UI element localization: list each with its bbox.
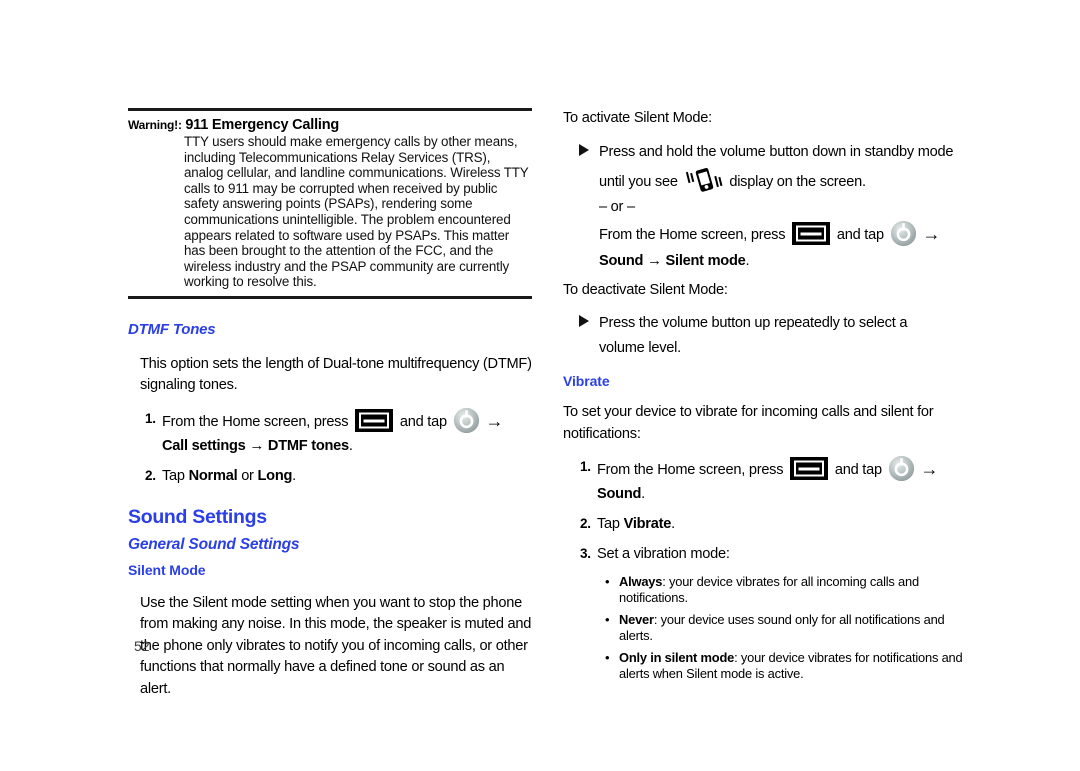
warning-title: 911 Emergency Calling [185,117,340,133]
period: . [641,486,645,502]
vibrate-step-3: 3. Set a vibration mode: [563,542,973,566]
option-body: Never: your device uses sound only for a… [619,612,973,643]
warning-heading: Warning!: 911 Emergency Calling [128,116,532,134]
or-separator: – or – [599,198,635,215]
bullet-line-2-before: until you see [599,173,678,190]
step-text-before: Tap [162,467,185,484]
option-description: : your device vibrates for all incoming … [619,574,919,605]
option-body: Always: your device vibrates for all inc… [619,574,973,605]
heading-general-sound-settings: General Sound Settings [128,535,300,553]
period: . [745,252,750,269]
bullet-line-2: volume level. [599,340,681,356]
vibrate-option-item: • Never: your device uses sound only for… [605,612,973,643]
alt-text-before: From the Home screen, press [599,226,786,243]
period: . [292,467,296,484]
step-body: Set a vibration mode: [597,546,730,562]
step-number: 2. [145,467,156,483]
heading-sound-settings: Sound Settings [128,505,267,528]
step-text-before: Tap [597,516,620,532]
dtmf-step-1: 1. From the Home screen, press and tap →… [128,407,532,458]
vibrate-option-item: • Always: your device vibrates for all i… [605,574,973,605]
option-description: : your device uses sound only for all no… [619,612,945,643]
menu-path-sound: Sound [597,486,642,502]
conjunction: or [241,467,254,484]
option-name: Only in silent mode [619,650,735,665]
activate-silent-intro: To activate Silent Mode: [563,110,712,126]
heading-silent-mode: Silent Mode [128,561,206,578]
bullet-body: Press the volume button up repeatedly to… [599,311,973,361]
option-long: Long [257,467,293,484]
menu-path-call-settings: Call settings [162,437,246,454]
triangle-bullet-icon [563,311,599,361]
bullet-line-1: Press the volume button up repeatedly to… [599,315,908,331]
option-name: Never [619,612,654,627]
step-text-mid: and tap [834,462,882,478]
silent-mode-paragraph: Use the Silent mode setting when you wan… [140,594,532,697]
vibrate-phone-icon [684,165,724,195]
period: . [671,516,675,532]
period: . [348,437,353,454]
vibrate-step-2: 2. Tap Vibrate. [563,512,973,536]
step-number: 1. [580,459,591,474]
bullet-body: Press and hold the volume button down in… [599,140,973,274]
vibrate-option-item: • Only in silent mode: your device vibra… [605,650,973,681]
step-body: From the Home screen, press and tap [597,455,973,506]
manual-page: Warning!: 911 Emergency Calling TTY user… [0,0,1080,771]
alt-text-mid: and tap [836,226,884,243]
path-arrow-icon: → [922,223,941,244]
option-body: Only in silent mode: your device vibrate… [619,650,973,681]
settings-gear-icon [453,407,480,434]
dot-bullet-icon: • [605,612,610,627]
settings-gear-icon [890,220,917,247]
step-text-mid: and tap [399,413,447,430]
path-arrow-icon: → [485,410,504,431]
left-column: Warning!: 911 Emergency Calling TTY user… [128,108,532,710]
bullet-line-1: Press and hold the volume button down in… [599,143,954,160]
page-number: 52 [134,638,150,654]
menu-path-sound: Sound [599,252,644,269]
deactivate-silent-bullet: Press the volume button up repeatedly to… [563,311,973,361]
step-text-before: From the Home screen, press [597,462,784,478]
menu-key-icon [792,221,831,245]
activate-silent-bullet: Press and hold the volume button down in… [563,140,973,274]
option-normal: Normal [188,467,238,484]
menu-path-silent-mode: Silent mode [665,252,746,269]
heading-dtmf-tones: DTMF Tones [128,320,216,338]
step-body: Tap Normal or Long. [162,464,532,488]
settings-gear-icon [888,455,915,482]
bullet-line-2-after: display on the screen. [729,173,866,190]
step-body: Tap Vibrate. [597,512,973,536]
path-arrow-icon: → [249,436,265,454]
dtmf-intro-paragraph: This option sets the length of Dual-tone… [140,355,532,394]
triangle-bullet-icon [563,140,599,274]
step-number: 2. [580,516,591,531]
vibrate-step-1: 1. From the Home screen, press and tap →… [563,455,973,506]
menu-key-icon [790,457,829,480]
vibrate-intro-paragraph: To set your device to vibrate for incomi… [563,404,934,442]
heading-vibrate: Vibrate [563,373,610,389]
step-body: From the Home screen, press and tap [162,407,532,458]
option-vibrate: Vibrate [623,516,672,532]
right-column: To activate Silent Mode: Press and hold … [563,108,973,688]
option-name: Always [619,574,663,589]
step-number: 3. [580,546,591,561]
warning-body: TTY users should make emergency calls by… [184,134,529,290]
menu-path-dtmf-tones: DTMF tones [267,437,349,454]
dot-bullet-icon: • [605,650,610,665]
dtmf-step-2: 2. Tap Normal or Long. [128,464,532,488]
menu-key-icon [355,408,394,432]
warning-callout: Warning!: 911 Emergency Calling TTY user… [128,108,532,299]
step-number: 1. [145,410,156,426]
dot-bullet-icon: • [605,574,610,589]
path-arrow-icon: → [646,251,662,269]
path-arrow-icon: → [920,459,939,479]
deactivate-silent-intro: To deactivate Silent Mode: [563,281,728,298]
warning-label: Warning!: [128,118,182,132]
step-text-before: From the Home screen, press [162,413,349,430]
